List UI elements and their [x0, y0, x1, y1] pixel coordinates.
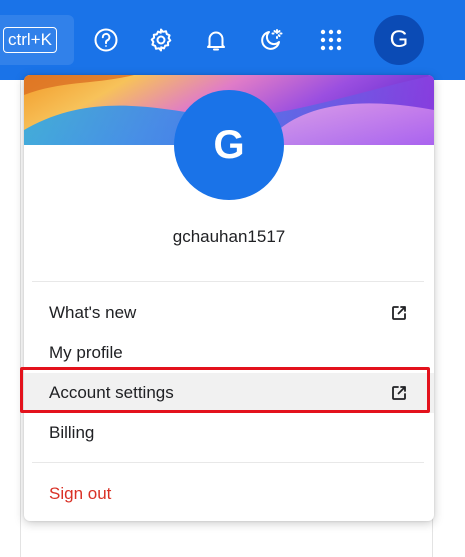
divider: [32, 462, 424, 463]
top-bar: ctrl+K G: [0, 0, 465, 80]
external-link-icon: [390, 304, 408, 322]
account-avatar-button[interactable]: G: [374, 15, 424, 65]
menu-item-label: What's new: [49, 303, 137, 322]
sign-out-button[interactable]: Sign out: [24, 474, 434, 514]
help-icon[interactable]: [93, 27, 119, 53]
profile-avatar: G: [174, 90, 284, 200]
menu-item-label: Billing: [49, 423, 95, 442]
account-menu-panel: G gchauhan1517 What's new My profile Acc…: [24, 75, 434, 521]
notifications-icon[interactable]: [203, 27, 229, 53]
divider: [32, 281, 424, 282]
sign-out-label: Sign out: [49, 484, 112, 503]
shortcut-hint: ctrl+K: [3, 27, 57, 53]
menu-item-billing[interactable]: Billing: [24, 413, 434, 453]
menu-item-label: My profile: [49, 343, 123, 362]
page-border-left: [20, 80, 21, 557]
menu-item-whats-new[interactable]: What's new: [24, 293, 434, 333]
highlight-box: [20, 367, 430, 413]
theme-icon[interactable]: [258, 27, 284, 53]
settings-icon[interactable]: [148, 27, 174, 53]
username: gchauhan1517: [172, 227, 286, 246]
apps-icon[interactable]: [318, 27, 344, 53]
command-search-button[interactable]: ctrl+K: [0, 15, 74, 65]
